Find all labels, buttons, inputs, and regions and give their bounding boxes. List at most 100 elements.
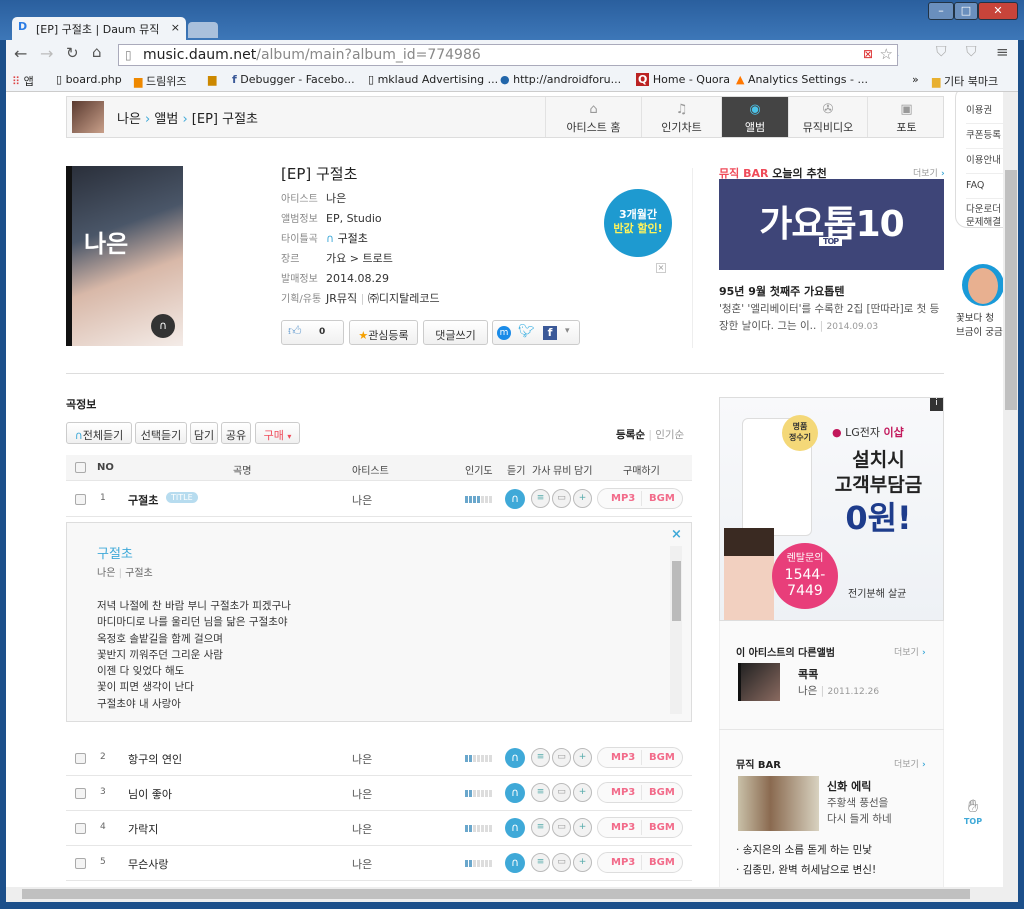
close-tab-icon[interactable]: × — [171, 21, 180, 34]
comment-button[interactable]: 댓글쓰기 — [423, 320, 488, 345]
music-video-icon[interactable]: ▭ — [552, 853, 571, 872]
music-video-icon[interactable]: ▭ — [552, 748, 571, 767]
select-all-checkbox[interactable] — [75, 462, 86, 473]
tab-music-video[interactable]: ✇ 뮤직비디오 — [788, 97, 867, 137]
track-checkbox[interactable] — [75, 858, 86, 869]
follow-button[interactable]: ★관심등록 — [349, 320, 418, 345]
lyrics-icon[interactable]: ≡ — [531, 818, 550, 837]
track-checkbox[interactable] — [75, 788, 86, 799]
listen-button[interactable]: ∩ — [505, 818, 525, 838]
recommend-banner[interactable]: 가요톱10 TOP — [719, 179, 944, 270]
extension-icon[interactable]: ⛉ — [966, 44, 977, 60]
sort-registered[interactable]: 등록순 — [616, 429, 645, 441]
tab-photo[interactable]: ▣ 포토 — [867, 97, 945, 137]
lyrics-scrollbar[interactable] — [670, 546, 682, 714]
more-link[interactable]: 더보기 — [894, 757, 926, 770]
add-to-playlist-icon[interactable]: + — [573, 853, 592, 872]
track-artist[interactable]: 나은 — [352, 751, 372, 767]
side-menu-item[interactable]: 쿠폰등록 — [966, 124, 1003, 149]
add-to-playlist-icon[interactable]: + — [573, 748, 592, 767]
track-checkbox[interactable] — [75, 494, 86, 505]
sort-popular[interactable]: 인기순 — [655, 429, 684, 441]
track-title[interactable]: 무슨사랑 — [128, 856, 168, 872]
close-lyrics-icon[interactable]: × — [671, 527, 682, 542]
star-icon[interactable]: ☆ — [880, 45, 893, 63]
album-cover[interactable]: 나은 ∩ — [66, 166, 183, 346]
list-item[interactable]: · 김종민, 완벽 허세남으로 변신! — [736, 860, 876, 880]
tab-album[interactable]: ◉ 앨범 — [721, 97, 788, 137]
promo-caption[interactable]: 꽃보다 청 브금이 궁금 — [956, 312, 1003, 340]
side-menu-item[interactable]: FAQ — [966, 174, 1003, 199]
buy-dropdown[interactable]: 구매 ▾ — [255, 422, 300, 444]
add-to-playlist-icon[interactable]: + — [573, 818, 592, 837]
breadcrumb-album[interactable]: 앨범 — [154, 112, 178, 127]
buy-mp3-button[interactable]: MP3 — [611, 857, 635, 868]
other-album-title[interactable]: 콕콕 — [798, 666, 818, 682]
share-button[interactable]: 공유 — [221, 422, 251, 444]
bookmark[interactable]: ● http://androidforu... — [500, 73, 621, 86]
artist-thumbnail[interactable] — [72, 101, 104, 133]
bookmark-apps[interactable]: ⠿ 앱 — [12, 73, 34, 89]
browser-tab[interactable]: D [EP] 구절초 | Daum 뮤직 × — [12, 17, 186, 40]
bookmark[interactable]: ▯ board.php — [56, 73, 122, 86]
track-artist[interactable]: 나은 — [352, 786, 372, 802]
lyrics-icon[interactable]: ≡ — [531, 489, 550, 508]
back-icon[interactable]: ← — [14, 44, 27, 63]
more-bookmarks-icon[interactable]: » — [912, 73, 919, 86]
side-menu-item[interactable]: 이용권 — [966, 99, 1003, 124]
buy-bgm-button[interactable]: BGM — [649, 822, 675, 833]
buy-mp3-button[interactable]: MP3 — [611, 493, 635, 504]
track-artist[interactable]: 나은 — [352, 821, 372, 837]
play-all-button[interactable]: ∩전체듣기 — [66, 422, 132, 444]
new-tab-button[interactable] — [188, 22, 218, 38]
side-menu-item[interactable]: 이용안내 — [966, 149, 1003, 174]
home-icon[interactable]: ⌂ — [92, 43, 102, 61]
vertical-scrollbar-thumb[interactable] — [1005, 170, 1017, 410]
close-window-button[interactable]: ✕ — [978, 2, 1018, 20]
headphone-icon[interactable]: ∩ — [326, 232, 334, 245]
breadcrumb-artist[interactable]: 나은 — [117, 112, 141, 127]
play-selected-button[interactable]: 선택듣기 — [135, 422, 187, 444]
buy-bgm-button[interactable]: BGM — [649, 787, 675, 798]
music-bar-thumbnail[interactable] — [738, 776, 819, 831]
promo-avatar[interactable] — [962, 264, 1003, 306]
mypeople-icon[interactable]: m — [497, 326, 511, 340]
address-bar[interactable]: ▯ music.daum.net/album/main?album_id=7749… — [118, 44, 898, 66]
buy-mp3-button[interactable]: MP3 — [611, 787, 635, 798]
shield-icon[interactable]: ⛉ — [936, 44, 947, 60]
bookmark[interactable]: f Debugger - Facebo... — [232, 73, 355, 86]
listen-button[interactable]: ∩ — [505, 853, 525, 873]
tab-artist-home[interactable]: ⌂ 아티스트 홈 — [545, 97, 641, 137]
track-title[interactable]: 가락지 — [128, 821, 158, 837]
track-artist[interactable]: 나은 — [352, 492, 372, 508]
scroll-top-button[interactable]: ✋︎ TOP — [962, 796, 984, 826]
buy-mp3-button[interactable]: MP3 — [611, 752, 635, 763]
like-button[interactable]: 👍︎ 0 — [281, 320, 344, 345]
reload-icon[interactable]: ↻ — [66, 44, 79, 62]
add-to-playlist-icon[interactable]: + — [573, 783, 592, 802]
bookmark[interactable]: Q Home - Quora — [636, 73, 730, 86]
track-checkbox[interactable] — [75, 823, 86, 834]
bookmark[interactable]: ▲ Analytics Settings - ... — [736, 73, 868, 86]
twitter-icon[interactable]: 🐦︎ — [518, 324, 535, 339]
music-video-icon[interactable]: ▭ — [552, 818, 571, 837]
buy-bgm-button[interactable]: BGM — [649, 752, 675, 763]
bookmark[interactable]: ▆ — [208, 73, 216, 86]
track-artist[interactable]: 나은 — [352, 856, 372, 872]
lyrics-icon[interactable]: ≡ — [531, 853, 550, 872]
music-video-icon[interactable]: ▭ — [552, 489, 571, 508]
other-bookmarks[interactable]: ▆ 기타 북마크 — [932, 73, 998, 89]
bookmark[interactable]: ▆ 드림위즈 — [134, 73, 186, 89]
facebook-icon[interactable]: f — [543, 326, 557, 340]
close-promo-icon[interactable]: × — [656, 263, 666, 273]
track-title[interactable]: 님이 좋아 — [128, 786, 172, 802]
tab-chart[interactable]: ♫ 인기차트 — [641, 97, 721, 137]
lyrics-icon[interactable]: ≡ — [531, 748, 550, 767]
add-button[interactable]: 담기 — [190, 422, 218, 444]
buy-bgm-button[interactable]: BGM — [649, 493, 675, 504]
lyrics-icon[interactable]: ≡ — [531, 783, 550, 802]
info-icon[interactable]: i — [930, 398, 943, 411]
listen-button[interactable]: ∩ — [505, 489, 525, 509]
music-video-icon[interactable]: ▭ — [552, 783, 571, 802]
promo-badge[interactable]: 3개월간 반값 할인! — [604, 189, 672, 257]
